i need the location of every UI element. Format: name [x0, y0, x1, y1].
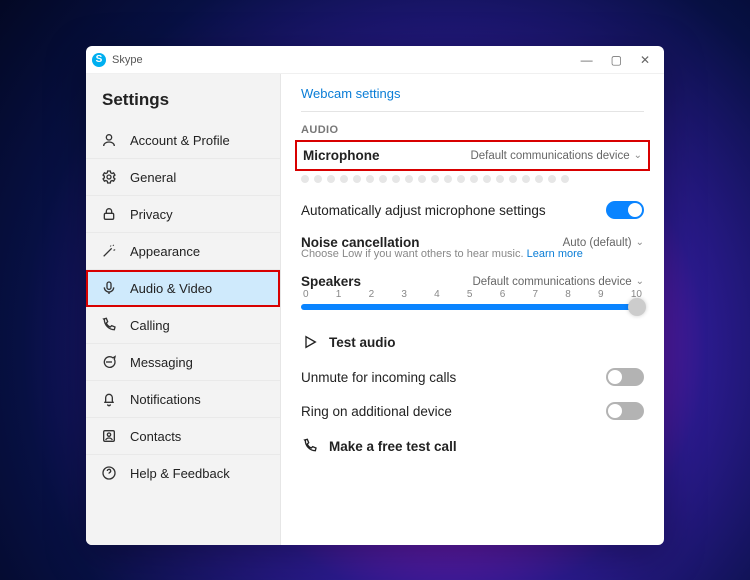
bell-icon	[100, 391, 118, 407]
sidebar-item-help[interactable]: Help & Feedback	[86, 455, 280, 491]
speakers-value: Default communications device	[472, 276, 631, 288]
settings-title: Settings	[86, 84, 280, 122]
slider-knob[interactable]	[628, 298, 646, 316]
sidebar-item-label: Account & Profile	[130, 133, 230, 148]
slider-ticks: 012345678910	[301, 289, 644, 300]
auto-adjust-toggle[interactable]	[606, 201, 644, 219]
help-icon	[100, 465, 118, 481]
free-test-call-button[interactable]: Make a free test call	[301, 428, 644, 464]
unmute-label: Unmute for incoming calls	[301, 370, 456, 385]
contacts-icon	[100, 428, 118, 444]
close-button[interactable]: ✕	[640, 53, 650, 67]
lock-icon	[100, 206, 118, 222]
noise-cancel-dropdown[interactable]: Auto (default) ⌄	[563, 237, 644, 249]
sidebar-item-label: Appearance	[130, 244, 200, 259]
sidebar-item-label: Contacts	[130, 429, 181, 444]
microphone-dropdown[interactable]: Default communications device ⌄	[470, 150, 642, 162]
app-name: Skype	[112, 54, 143, 66]
speakers-volume: 012345678910	[301, 289, 644, 310]
microphone-label: Microphone	[303, 148, 380, 163]
sidebar-item-contacts[interactable]: Contacts	[86, 418, 280, 455]
window-controls: — ▢ ✕	[581, 53, 658, 67]
webcam-settings-link[interactable]: Webcam settings	[301, 86, 644, 101]
speakers-label: Speakers	[301, 274, 361, 289]
microphone-value: Default communications device	[470, 150, 629, 162]
maximize-button[interactable]: ▢	[611, 53, 622, 67]
test-audio-button[interactable]: Test audio	[301, 324, 644, 360]
ring-additional-label: Ring on additional device	[301, 404, 452, 419]
titlebar: S Skype — ▢ ✕	[86, 46, 664, 74]
chevron-down-icon: ⌄	[634, 150, 642, 161]
body: Settings Account & Profile General Priva…	[86, 74, 664, 545]
speakers-slider[interactable]	[301, 304, 644, 310]
sidebar-item-privacy[interactable]: Privacy	[86, 196, 280, 233]
sidebar-item-label: Privacy	[130, 207, 173, 222]
sidebar-item-label: Help & Feedback	[130, 466, 230, 481]
sidebar-item-general[interactable]: General	[86, 159, 280, 196]
skype-settings-window: S Skype — ▢ ✕ Settings Account & Profile…	[86, 46, 664, 545]
gear-icon	[100, 169, 118, 185]
audio-section-label: AUDIO	[301, 124, 644, 136]
sidebar-item-messaging[interactable]: Messaging	[86, 344, 280, 381]
ring-additional-toggle[interactable]	[606, 402, 644, 420]
minimize-button[interactable]: —	[581, 53, 593, 67]
skype-logo-icon: S	[92, 53, 106, 67]
sidebar-item-label: Calling	[130, 318, 170, 333]
noise-cancel-sub: Choose Low if you want others to hear mu…	[301, 248, 644, 260]
sidebar-item-account[interactable]: Account & Profile	[86, 122, 280, 159]
sidebar-item-calling[interactable]: Calling	[86, 307, 280, 344]
sidebar-item-label: General	[130, 170, 176, 185]
noise-cancel-value: Auto (default)	[563, 237, 632, 249]
play-icon	[301, 334, 319, 350]
divider	[301, 111, 644, 112]
speakers-dropdown[interactable]: Default communications device ⌄	[472, 276, 644, 288]
sidebar-item-notifications[interactable]: Notifications	[86, 381, 280, 418]
sidebar-item-label: Audio & Video	[130, 281, 212, 296]
wand-icon	[100, 243, 118, 259]
phone-icon	[100, 317, 118, 333]
test-audio-label: Test audio	[329, 335, 396, 350]
microphone-icon	[100, 280, 118, 296]
chat-icon	[100, 354, 118, 370]
content-pane: Webcam settings AUDIO Microphone Default…	[281, 74, 664, 545]
unmute-toggle[interactable]	[606, 368, 644, 386]
microphone-row-highlight: Microphone Default communications device…	[295, 140, 650, 171]
chevron-down-icon: ⌄	[636, 276, 644, 287]
sidebar-item-appearance[interactable]: Appearance	[86, 233, 280, 270]
phone-icon	[301, 438, 319, 454]
learn-more-link[interactable]: Learn more	[527, 248, 583, 260]
account-icon	[100, 132, 118, 148]
chevron-down-icon: ⌄	[636, 237, 644, 248]
sidebar: Settings Account & Profile General Priva…	[86, 74, 281, 545]
sidebar-item-label: Messaging	[130, 355, 193, 370]
sidebar-item-label: Notifications	[130, 392, 201, 407]
sidebar-item-audio-video[interactable]: Audio & Video	[86, 270, 280, 307]
microphone-level-meter	[301, 171, 644, 193]
auto-adjust-label: Automatically adjust microphone settings	[301, 203, 546, 218]
free-test-call-label: Make a free test call	[329, 439, 457, 454]
